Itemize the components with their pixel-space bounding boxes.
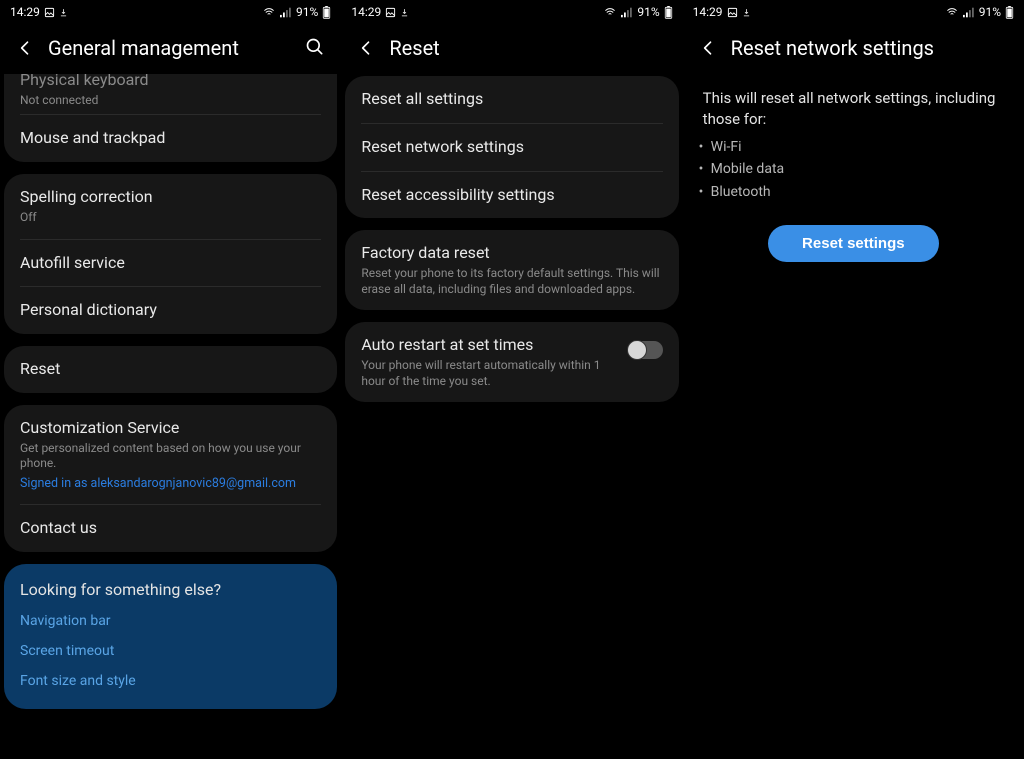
header: General management	[0, 24, 341, 76]
suggest-title: Looking for something else?	[20, 580, 321, 599]
row-personal-dictionary[interactable]: Personal dictionary	[4, 287, 337, 334]
status-bar: 14:29 91%	[341, 0, 682, 24]
row-reset[interactable]: Reset	[4, 346, 337, 393]
row-title: Reset accessibility settings	[361, 185, 662, 206]
page-title: Reset	[389, 36, 668, 60]
download-icon	[400, 7, 409, 18]
row-subtitle: Not connected	[20, 93, 321, 109]
status-time: 14:29	[10, 5, 40, 19]
row-title: Contact us	[20, 518, 321, 539]
row-spelling-correction[interactable]: Spelling correction Off	[4, 174, 337, 238]
status-bar: 14:29 91%	[683, 0, 1024, 24]
status-time: 14:29	[351, 5, 381, 19]
battery-icon	[1005, 6, 1014, 19]
back-button[interactable]	[14, 37, 36, 59]
page-title: General management	[48, 36, 305, 60]
row-title: Reset network settings	[361, 137, 662, 158]
row-mouse-trackpad[interactable]: Mouse and trackpad	[4, 115, 337, 162]
reset-settings-button[interactable]: Reset settings	[768, 225, 939, 262]
wifi-icon	[945, 7, 959, 18]
page-title: Reset network settings	[731, 36, 1010, 60]
row-title: Physical keyboard	[20, 74, 321, 91]
row-subtitle: Reset your phone to its factory default …	[361, 266, 662, 297]
panel-reset-network: 14:29 91% Reset network settings This wi…	[683, 0, 1024, 759]
download-icon	[742, 7, 751, 18]
suggest-font-size[interactable]: Font size and style	[20, 673, 321, 689]
suggest-nav-bar[interactable]: Navigation bar	[20, 613, 321, 629]
signal-icon	[280, 7, 292, 18]
row-reset-accessibility-settings[interactable]: Reset accessibility settings	[345, 172, 678, 219]
header: Reset network settings	[683, 24, 1024, 76]
wifi-icon	[603, 7, 617, 18]
bullet-mobile-data: Mobile data	[711, 158, 1004, 180]
row-physical-keyboard[interactable]: Physical keyboard Not connected	[4, 74, 337, 114]
row-subtitle: Off	[20, 210, 321, 226]
header: Reset	[341, 24, 682, 76]
row-title: Reset all settings	[361, 89, 662, 110]
row-subtitle: Your phone will restart automatically wi…	[361, 358, 618, 389]
download-icon	[59, 7, 68, 18]
battery-percent: 91%	[296, 5, 318, 19]
auto-restart-toggle[interactable]	[629, 341, 663, 359]
image-icon	[727, 7, 738, 18]
back-button[interactable]	[355, 37, 377, 59]
row-title: Spelling correction	[20, 187, 321, 208]
image-icon	[44, 7, 55, 18]
switch-knob	[627, 340, 647, 360]
signin-link[interactable]: Signed in as aleksandarognjanovic89@gmai…	[20, 476, 321, 491]
row-title: Auto restart at set times	[361, 335, 618, 356]
row-customization-service[interactable]: Customization Service Get personalized c…	[4, 405, 337, 504]
row-reset-network-settings[interactable]: Reset network settings	[345, 124, 678, 171]
battery-icon	[664, 6, 673, 19]
row-title: Customization Service	[20, 418, 321, 439]
row-title: Reset	[20, 359, 321, 380]
bullet-bluetooth: Bluetooth	[711, 181, 1004, 203]
search-button[interactable]	[305, 37, 327, 59]
row-title: Mouse and trackpad	[20, 128, 321, 149]
row-contact-us[interactable]: Contact us	[4, 505, 337, 552]
row-title: Personal dictionary	[20, 300, 321, 321]
row-reset-all-settings[interactable]: Reset all settings	[345, 76, 678, 123]
signal-icon	[963, 7, 975, 18]
back-button[interactable]	[697, 37, 719, 59]
battery-percent: 91%	[979, 5, 1001, 19]
status-bar: 14:29 91%	[0, 0, 341, 24]
battery-icon	[322, 6, 331, 19]
row-auto-restart[interactable]: Auto restart at set times Your phone wil…	[345, 322, 678, 402]
wifi-icon	[262, 7, 276, 18]
image-icon	[385, 7, 396, 18]
signal-icon	[621, 7, 633, 18]
row-autofill-service[interactable]: Autofill service	[4, 240, 337, 287]
bullet-wifi: Wi-Fi	[711, 136, 1004, 158]
row-title: Autofill service	[20, 253, 321, 274]
suggest-screen-timeout[interactable]: Screen timeout	[20, 643, 321, 659]
row-factory-data-reset[interactable]: Factory data reset Reset your phone to i…	[345, 230, 678, 310]
row-title: Factory data reset	[361, 243, 662, 264]
battery-percent: 91%	[637, 5, 659, 19]
row-subtitle: Get personalized content based on how yo…	[20, 441, 321, 472]
panel-reset: 14:29 91% Reset Reset all settings	[341, 0, 682, 759]
bullet-list: Wi-Fi Mobile data Bluetooth	[683, 136, 1024, 221]
status-time: 14:29	[693, 5, 723, 19]
panel-general-management: 14:29 91%	[0, 0, 341, 759]
suggestions-card: Looking for something else? Navigation b…	[4, 564, 337, 709]
info-text: This will reset all network settings, in…	[683, 76, 1024, 136]
